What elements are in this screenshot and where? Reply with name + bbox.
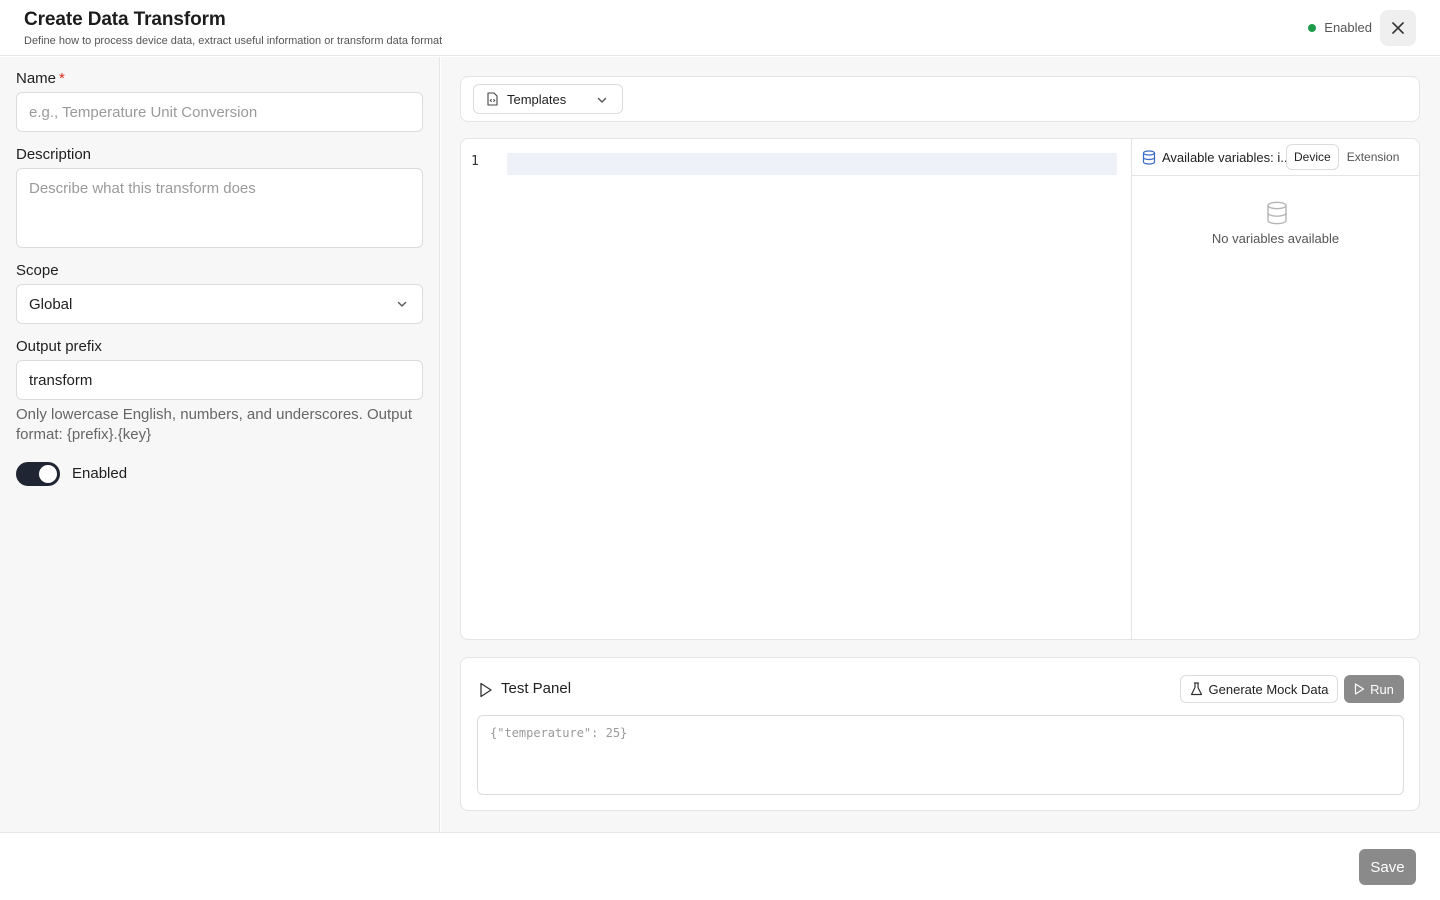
scope-value: Global (29, 295, 73, 313)
page-subtitle: Define how to process device data, extra… (24, 35, 443, 47)
database-icon (1267, 201, 1287, 225)
flask-icon (1190, 682, 1202, 696)
run-button[interactable]: Run (1344, 675, 1404, 703)
templates-bar: Templates (460, 76, 1420, 122)
enabled-label: Enabled (72, 465, 128, 482)
test-panel-title: Test Panel (501, 680, 572, 697)
tab-extension[interactable]: Extension (1340, 145, 1407, 169)
line-number: 1 (471, 154, 479, 169)
required-mark: * (59, 70, 65, 87)
output-prefix-input[interactable]: transform (16, 360, 423, 400)
output-prefix-label: Output prefix (16, 338, 102, 355)
name-input[interactable]: e.g., Temperature Unit Conversion (16, 92, 423, 132)
name-placeholder: e.g., Temperature Unit Conversion (29, 103, 258, 121)
generate-mock-data-button[interactable]: Generate Mock Data (1180, 675, 1338, 703)
description-placeholder: Describe what this transform does (29, 180, 256, 197)
templates-dropdown[interactable]: Templates (473, 84, 623, 114)
test-panel: Test Panel Generate Mock Data Run {"temp… (460, 657, 1420, 811)
editor-area: Templates 1 Available variables: i... De… (441, 57, 1440, 832)
close-icon (1392, 22, 1404, 34)
templates-label: Templates (507, 91, 567, 107)
save-button[interactable]: Save (1359, 849, 1416, 885)
status-dot-icon (1308, 23, 1317, 32)
test-input-placeholder: {"temperature": 25} (490, 726, 628, 740)
scope-select[interactable]: Global (16, 284, 423, 324)
chevron-down-icon (597, 97, 607, 103)
empty-variables-text: No variables available (1211, 231, 1340, 246)
tab-device[interactable]: Device (1286, 144, 1339, 170)
description-label: Description (16, 146, 92, 163)
active-line-highlight (507, 153, 1117, 175)
scope-label: Scope (16, 262, 59, 279)
name-label: Name * (16, 70, 65, 87)
output-prefix-value: transform (29, 371, 93, 389)
play-icon (480, 682, 492, 698)
variables-title: Available variables: i... (1162, 149, 1286, 165)
code-editor-card: 1 Available variables: i... Device Exten… (460, 138, 1420, 640)
status-label: Enabled (1324, 20, 1372, 35)
toggle-knob (39, 465, 57, 483)
close-button[interactable] (1380, 10, 1416, 46)
description-textarea[interactable]: Describe what this transform does (16, 168, 423, 248)
output-prefix-help: Only lowercase English, numbers, and und… (16, 406, 413, 443)
page-title: Create Data Transform (24, 9, 226, 30)
test-input-textarea[interactable]: {"temperature": 25} (477, 715, 1404, 795)
variables-header: Available variables: i... Device Extensi… (1132, 139, 1419, 176)
status-indicator: Enabled (1308, 20, 1372, 35)
dialog-footer: Save (0, 832, 1440, 900)
play-icon (1354, 683, 1365, 695)
enabled-toggle[interactable] (16, 462, 60, 486)
generate-mock-data-label: Generate Mock Data (1208, 681, 1329, 697)
run-label: Run (1370, 681, 1394, 697)
dialog-header: Create Data Transform Define how to proc… (0, 0, 1440, 56)
name-label-text: Name (16, 70, 57, 87)
code-editor[interactable]: 1 (461, 139, 1132, 639)
chevron-down-icon (397, 301, 407, 307)
file-code-icon (487, 92, 498, 106)
form-panel: Name * e.g., Temperature Unit Conversion … (0, 57, 440, 832)
database-icon (1142, 149, 1156, 165)
